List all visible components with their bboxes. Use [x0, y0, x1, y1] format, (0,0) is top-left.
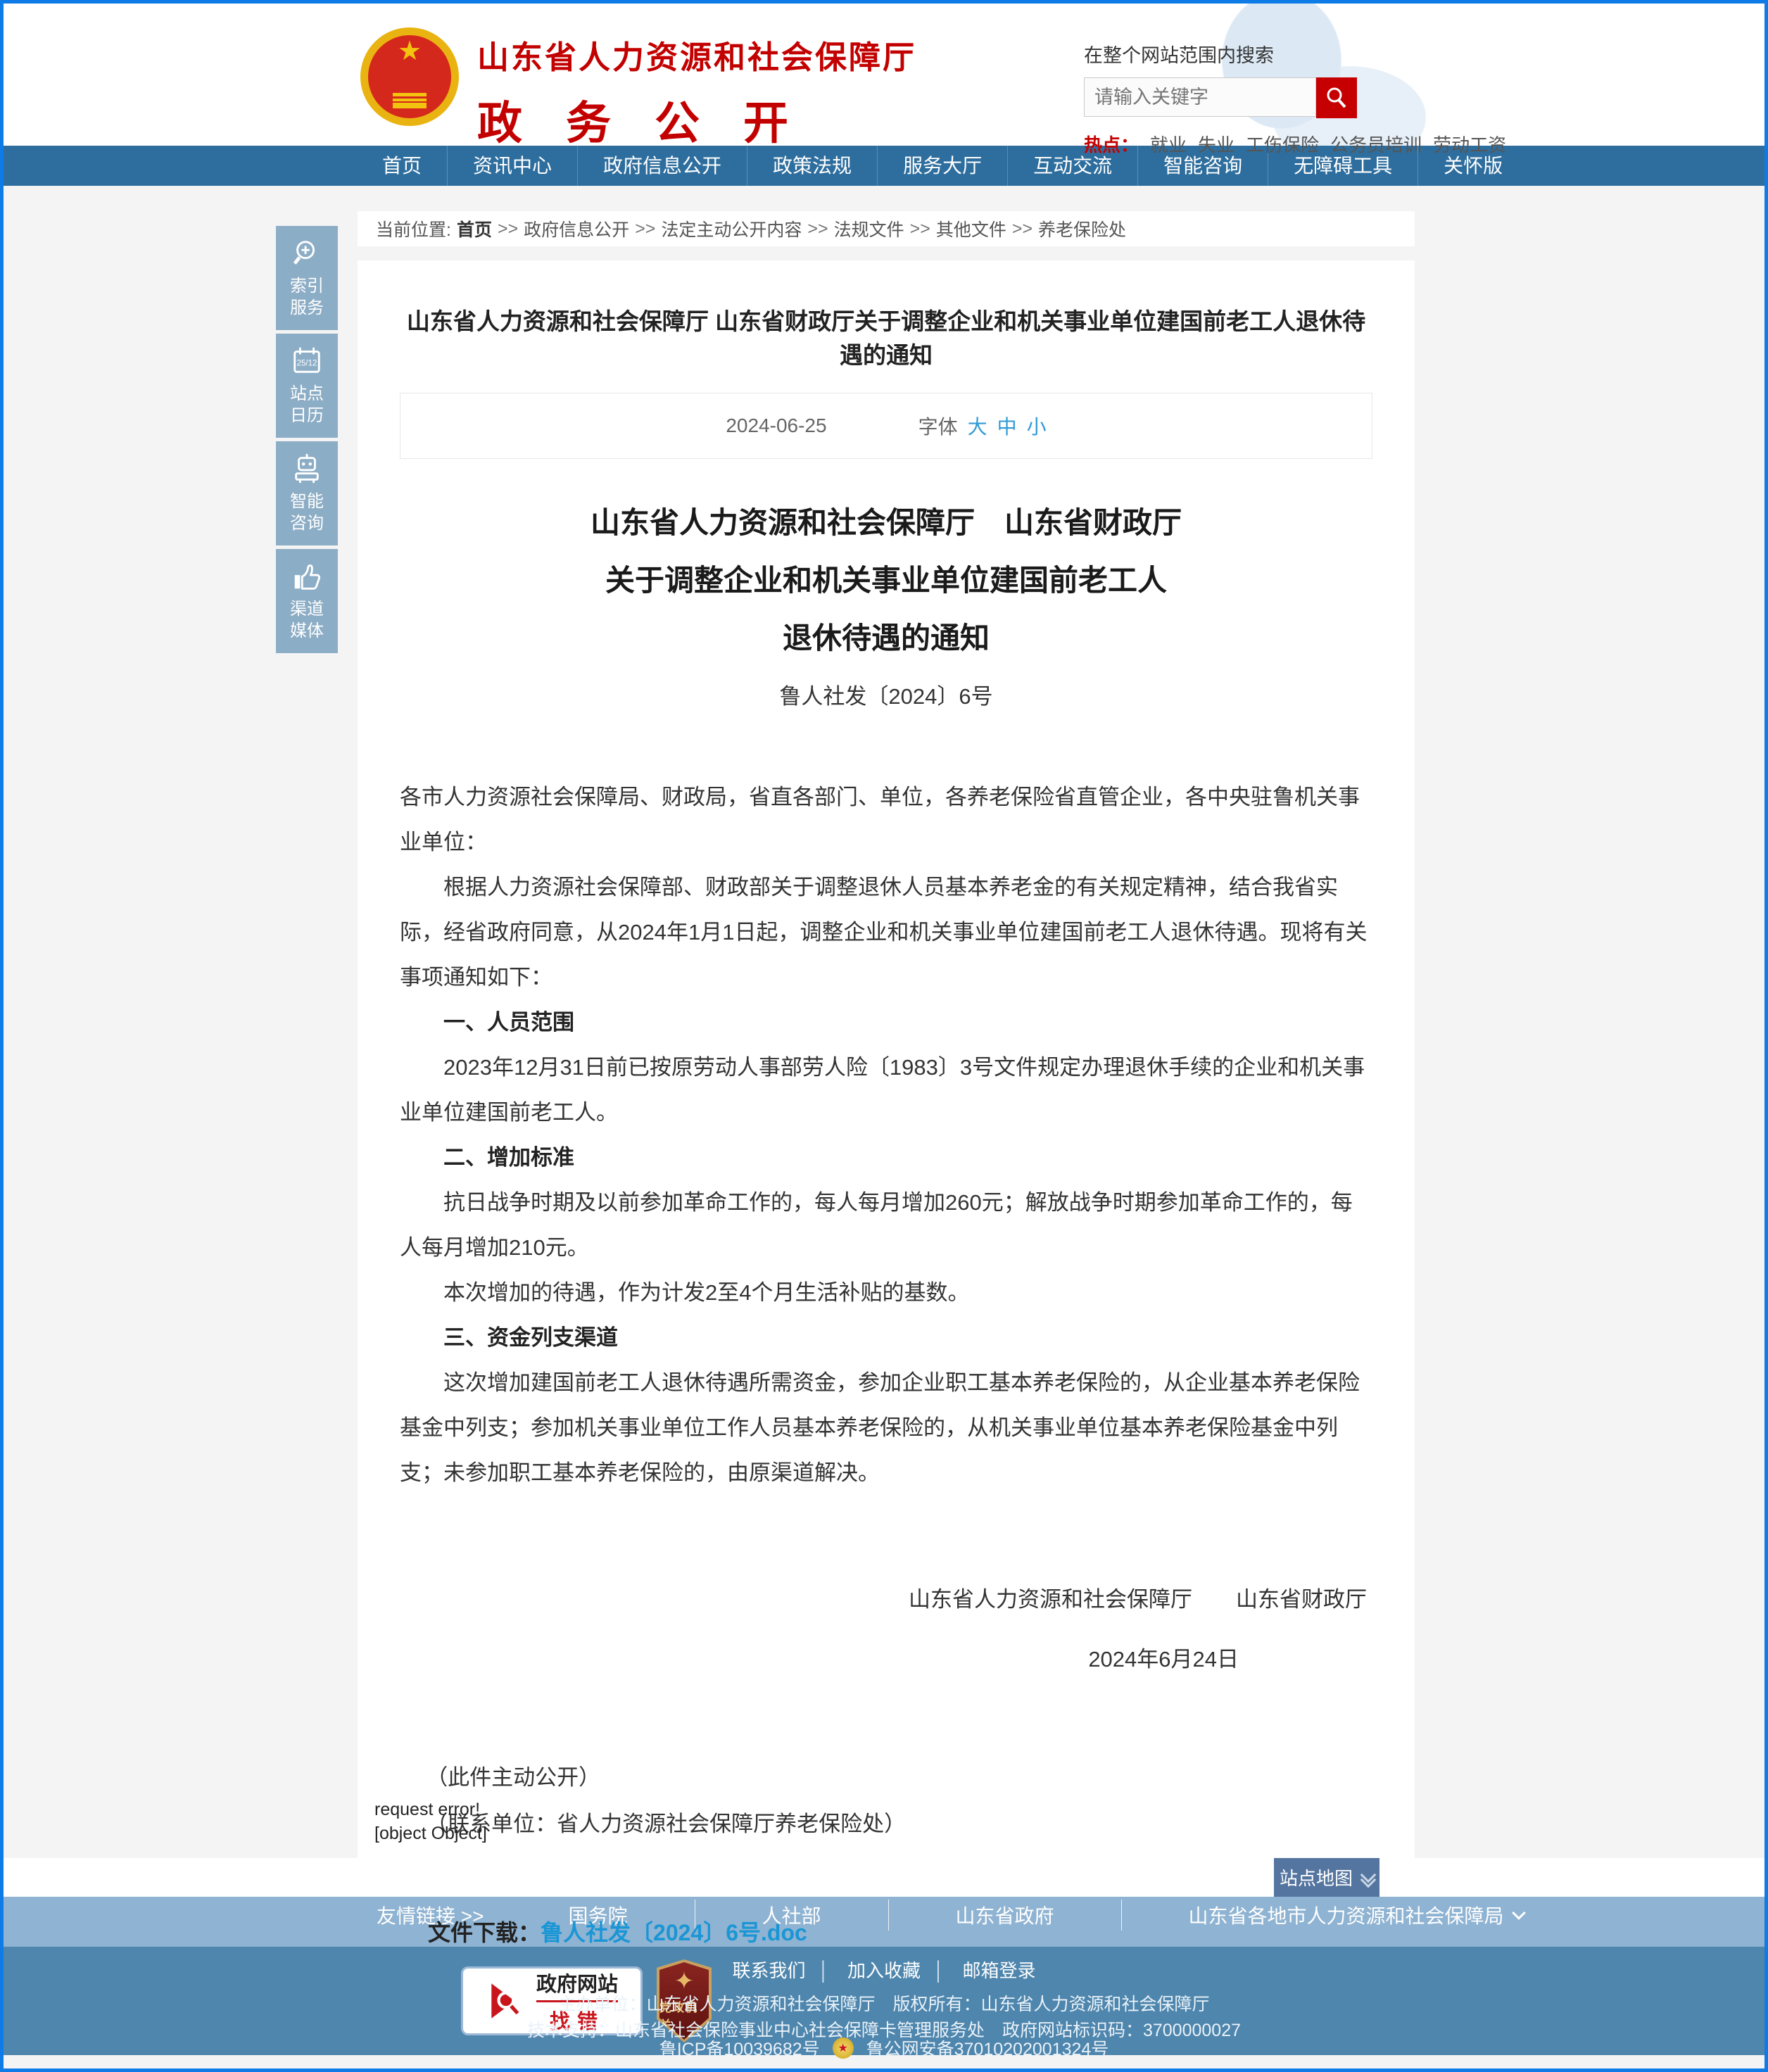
- svg-text:25/12: 25/12: [297, 360, 317, 368]
- party-emblem-icon: ✦: [674, 1969, 695, 1993]
- signature-date: 2024年6月24日: [400, 1641, 1372, 1673]
- document-notes: （此件主动公开） （联系单位：省人力资源社会保障厅养老保险处）: [400, 1755, 1372, 1847]
- breadcrumb-home[interactable]: 首页: [457, 216, 492, 241]
- search-plus-icon: [291, 237, 323, 270]
- breadcrumb-other-files[interactable]: 其他文件: [936, 216, 1006, 241]
- chevron-down-icon: [1363, 1869, 1374, 1885]
- footer-links-row: 联系我们│ 加入收藏│ 邮箱登录: [4, 1957, 1764, 1983]
- download-label: 文件下载：: [428, 1915, 541, 1947]
- search-input[interactable]: [1084, 77, 1316, 117]
- note-public: （此件主动公开）: [400, 1755, 1372, 1801]
- robot-icon: [291, 453, 323, 485]
- sidebar-item-channel-media[interactable]: 渠道 媒体: [276, 549, 338, 653]
- site-name: 山东省人力资源和社会保障厅: [477, 32, 916, 77]
- search-button[interactable]: [1316, 77, 1357, 118]
- document-title: 山东省人力资源和社会保障厅 山东省财政厅 关于调整企业和机关事业单位建国前老工人…: [400, 494, 1372, 667]
- thumbs-up-icon: [291, 560, 323, 593]
- search-area: 在整个网站范围内搜索 热点： 就业 失业 工伤保险 公务员培训 劳动工资: [1084, 40, 1415, 157]
- footer: 联系我们│ 加入收藏│ 邮箱登录 政府网站 找错 ✦ 党政机关 主办单位：山东省…: [4, 1947, 1764, 2055]
- sidebar-item-index-service[interactable]: 索引 服务: [276, 226, 338, 330]
- font-size-small[interactable]: 小: [1027, 412, 1047, 440]
- publish-date: 2024-06-25: [726, 415, 826, 437]
- hot-link-injury-insurance[interactable]: 工伤保险: [1246, 131, 1319, 157]
- download-doc-link[interactable]: 鲁人社发〔2024〕6号.doc: [541, 1915, 807, 1947]
- section-heading-3: 三、资金列支渠道: [400, 1315, 1372, 1360]
- document-body: 各市人力资源社会保障局、财政局，省直各部门、单位，各养老保险省直管企业，各中央驻…: [400, 775, 1372, 1496]
- breadcrumb: 当前位置: 首页 >> 政府信息公开 >> 法定主动公开内容 >> 法规文件 >…: [358, 211, 1415, 246]
- paragraph-salutation: 各市人力资源社会保障局、财政局，省直各部门、单位，各养老保险省直管企业，各中央驻…: [400, 775, 1372, 865]
- breadcrumb-regulation-files[interactable]: 法规文件: [834, 216, 904, 241]
- breadcrumb-label: 当前位置:: [376, 216, 451, 241]
- search-scope-label: 在整个网站范围内搜索: [1084, 40, 1415, 68]
- font-size-label: 字体: [918, 412, 958, 440]
- footer-contact-us[interactable]: 联系我们: [732, 1960, 805, 1981]
- signature-orgs: 山东省人力资源和社会保障厅 山东省财政厅: [400, 1581, 1372, 1613]
- footer-org-line: 主办单位：山东省人力资源和社会保障厅 版权所有：山东省人力资源和社会保障厅: [4, 1990, 1764, 2016]
- article-meta-bar: 2024-06-25 字体 大 中 小: [400, 393, 1372, 459]
- calendar-icon: 25/12: [291, 345, 323, 377]
- page: ★ 山东省人力资源和社会保障厅 政务公开 在整个网站范围内搜索 热点: [0, 0, 1768, 2072]
- font-size-large[interactable]: 大: [968, 412, 987, 440]
- section-heading-1: 一、人员范围: [400, 1000, 1372, 1045]
- security-record-number: 鲁公网安备37010202001324号: [866, 2035, 1109, 2061]
- hot-link-employment[interactable]: 就业: [1150, 131, 1187, 157]
- font-size-medium[interactable]: 中: [997, 412, 1017, 440]
- hot-link-unemployment[interactable]: 失业: [1198, 131, 1235, 157]
- left-sidebar: 索引 服务 25/12 站点 日历: [276, 226, 338, 657]
- breadcrumb-gov-info[interactable]: 政府信息公开: [524, 216, 629, 241]
- sidebar-item-smart-consult[interactable]: 智能 咨询: [276, 441, 338, 545]
- footer-mail-login[interactable]: 邮箱登录: [962, 1960, 1035, 1981]
- site-subtitle: 政务公开: [477, 87, 916, 152]
- paragraph-funding: 这次增加建国前老工人退休待遇所需资金，参加企业职工基本养老保险的，从企业基本养老…: [400, 1360, 1372, 1496]
- article-content: 山东省人力资源和社会保障厅 山东省财政厅关于调整企业和机关事业单位建国前老工人退…: [358, 260, 1415, 1858]
- hot-link-civil-servant-training[interactable]: 公务员培训: [1330, 131, 1422, 157]
- sidebar-item-site-calendar[interactable]: 25/12 站点 日历: [276, 334, 338, 438]
- paragraph-scope: 2023年12月31日前已按原劳动人事部劳人险〔1983〕3号文件规定办理退休手…: [400, 1045, 1372, 1135]
- breadcrumb-pension-office[interactable]: 养老保险处: [1038, 216, 1126, 241]
- section-heading-2: 二、增加标准: [400, 1135, 1372, 1180]
- search-icon: [1324, 85, 1349, 110]
- footer-icp-row: 鲁ICP备10039682号 ★ 鲁公网安备37010202001324号: [4, 2035, 1764, 2061]
- hot-label: 热点：: [1084, 131, 1139, 157]
- paragraph-standard-2: 本次增加的待遇，作为计发2至4个月生活补贴的基数。: [400, 1270, 1372, 1315]
- document-number: 鲁人社发〔2024〕6号: [400, 678, 1372, 710]
- paragraph-standard-1: 抗日战争时期及以前参加革命工作的，每人每月增加260元；解放战争时期参加革命工作…: [400, 1180, 1372, 1270]
- hot-link-labor-wage[interactable]: 劳动工资: [1433, 131, 1506, 157]
- public-security-badge-icon: ★: [833, 2038, 854, 2059]
- header: ★ 山东省人力资源和社会保障厅 政务公开 在整个网站范围内搜索 热点: [4, 4, 1764, 146]
- paragraph-intro: 根据人力资源社会保障部、财政部关于调整退休人员基本养老金的有关规定精神，结合我省…: [400, 865, 1372, 1000]
- breadcrumb-legal-disclosure[interactable]: 法定主动公开内容: [661, 216, 802, 241]
- sitemap-strip: 站点地图: [4, 1858, 1764, 1897]
- chevron-down-icon: [1512, 1906, 1526, 1920]
- note-contact: （联系单位：省人力资源社会保障厅养老保险处）: [400, 1801, 1372, 1847]
- site-logo: ★ 山东省人力资源和社会保障厅 政务公开: [360, 22, 916, 152]
- main-area: 索引 服务 25/12 站点 日历: [4, 211, 1764, 1883]
- request-error-text: request error! [object Object]: [374, 1798, 487, 1845]
- footer-add-favorite[interactable]: 加入收藏: [847, 1960, 921, 1981]
- article-list-title: 山东省人力资源和社会保障厅 山东省财政厅关于调整企业和机关事业单位建国前老工人退…: [400, 303, 1372, 370]
- icp-number: 鲁ICP备10039682号: [659, 2035, 820, 2061]
- national-emblem-icon: ★: [360, 27, 459, 126]
- sitemap-button[interactable]: 站点地图: [1274, 1858, 1379, 1897]
